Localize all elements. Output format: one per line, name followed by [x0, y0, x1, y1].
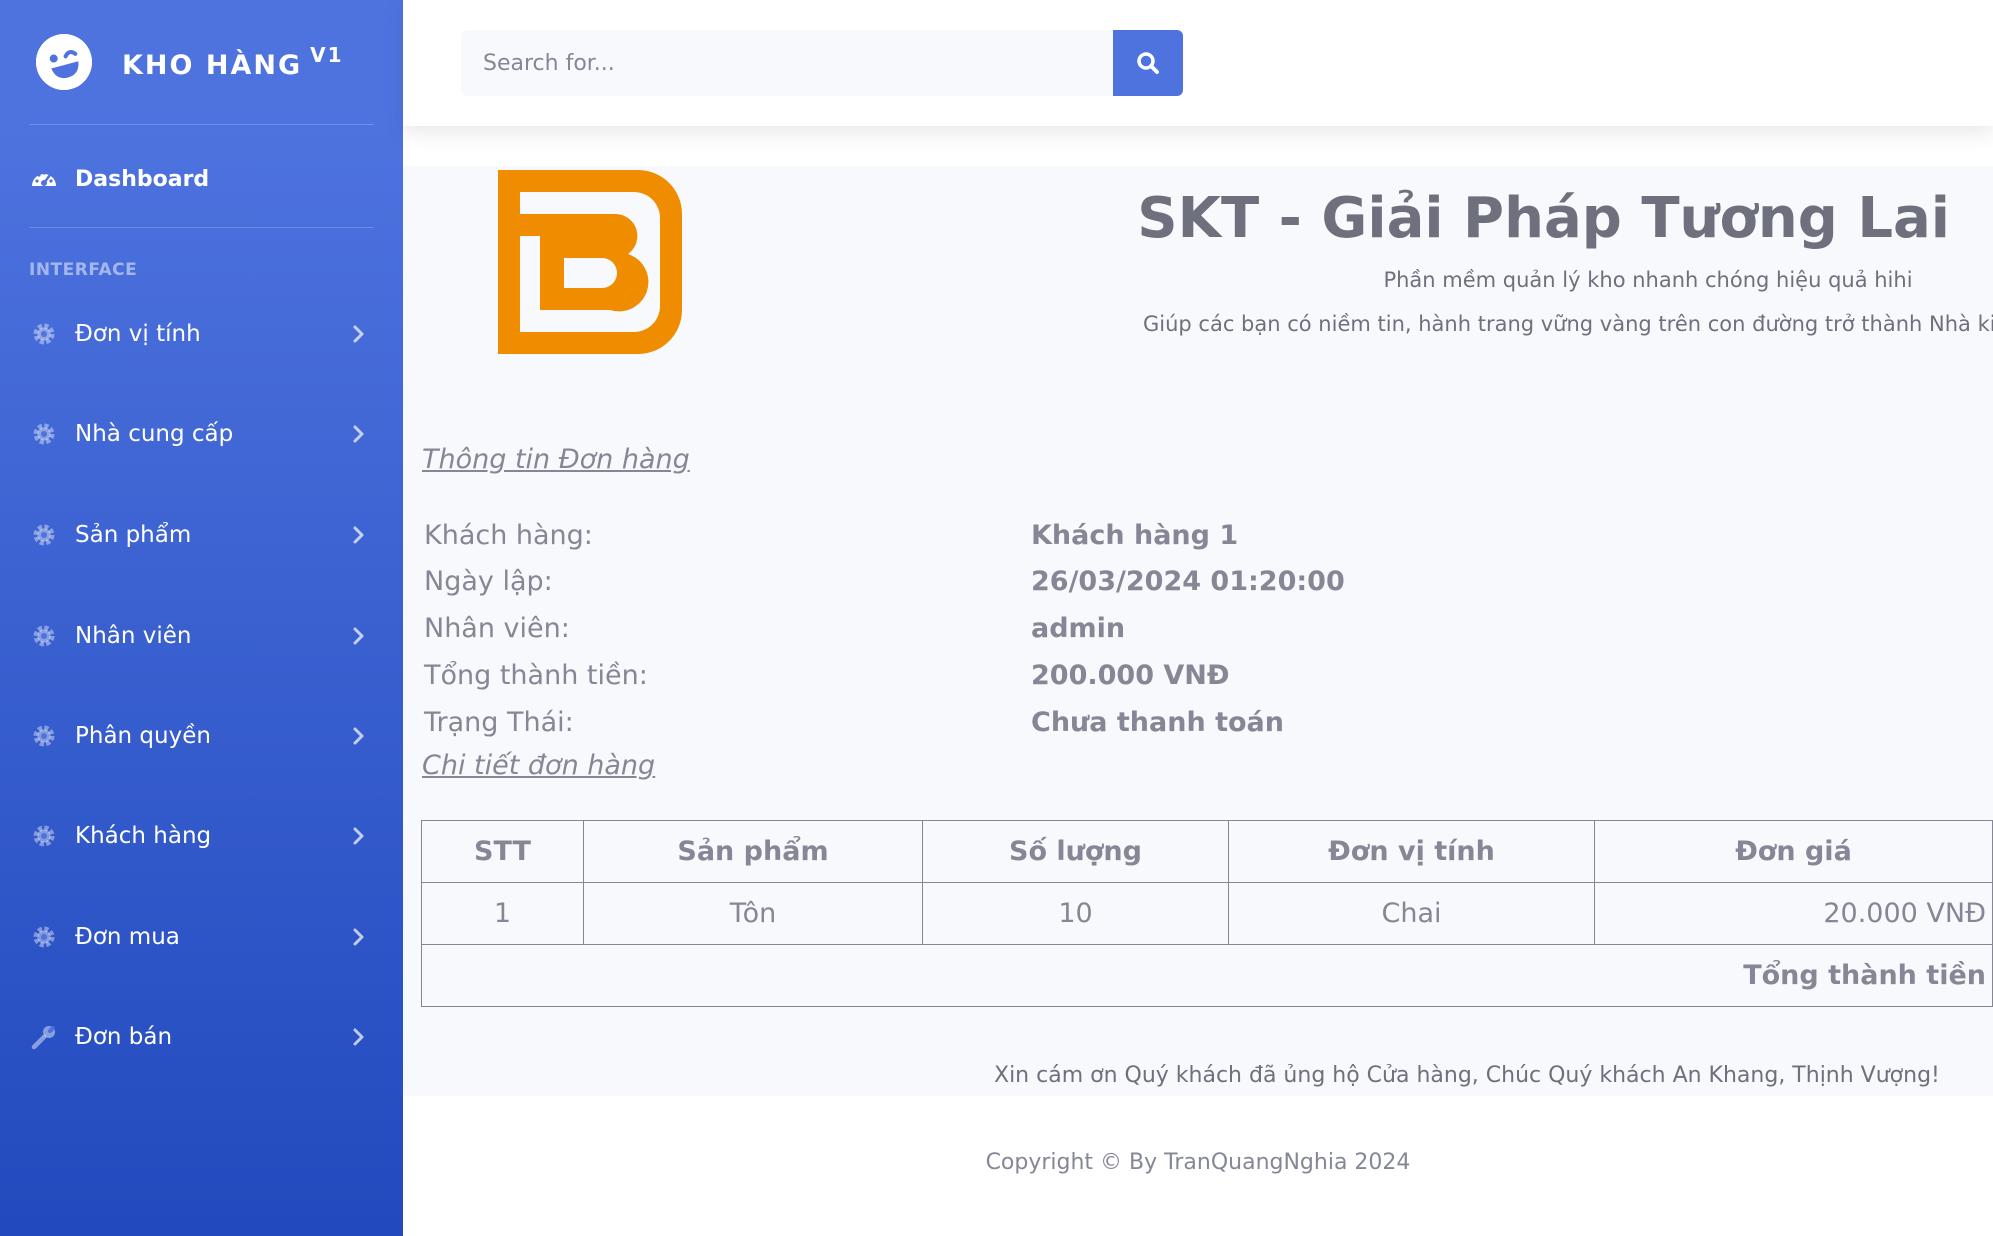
tachometer-icon	[32, 171, 56, 186]
total-value: 200.000 VNĐ	[1031, 660, 1230, 691]
sidebar-item-khach-hang[interactable]: Khách hàng	[0, 806, 403, 866]
search-button[interactable]	[1113, 30, 1183, 96]
gear-icon	[33, 423, 55, 445]
table-cell: 20.000 VNĐ	[1594, 882, 1993, 945]
brand-version: V1	[310, 43, 344, 67]
sidebar-divider	[29, 227, 374, 228]
search-icon	[1137, 52, 1159, 74]
gear-icon	[33, 524, 55, 546]
sidebar-item-don-mua[interactable]: Đơn mua	[0, 907, 403, 967]
gear-icon	[33, 725, 55, 747]
company-description: Giúp các bạn có niềm tin, hành trang vữn…	[1143, 312, 1993, 336]
chevron-right-icon	[353, 425, 364, 443]
search-bar	[461, 30, 1183, 96]
chevron-right-icon	[353, 627, 364, 645]
order-detail-title: Chi tiết đơn hàng	[422, 750, 656, 781]
sidebar-divider	[29, 124, 374, 125]
status-label: Trạng Thái:	[424, 707, 574, 738]
chevron-right-icon	[353, 827, 364, 845]
thank-you-message: Xin cám ơn Quý khách đã ủng hộ Cửa hàng,…	[994, 1063, 1940, 1088]
sidebar-item-label: Nhân viên	[75, 623, 192, 649]
gear-icon	[33, 625, 55, 647]
column-header-quantity: Số lượng	[922, 820, 1229, 883]
order-info-title: Thông tin Đơn hàng	[422, 444, 690, 475]
sidebar-item-label: Phân quyền	[75, 723, 211, 749]
table-total-row: Tổng thành tiền	[421, 944, 1993, 1007]
employee-value: admin	[1031, 613, 1126, 644]
order-detail-table: STT Sản phẩm Số lượng Đơn vị tính Đơn gi…	[421, 820, 1993, 1007]
column-header-stt: STT	[421, 820, 584, 883]
company-title: SKT - Giải Pháp Tương Lai	[1137, 186, 1950, 251]
chevron-right-icon	[353, 727, 364, 745]
chevron-right-icon	[353, 526, 364, 544]
brand-name: Kho hàng V1	[122, 43, 344, 81]
column-header-product: Sản phẩm	[583, 820, 923, 883]
sidebar-item-don-ban[interactable]: Đơn bán	[0, 1007, 403, 1067]
customer-value: Khách hàng 1	[1031, 520, 1239, 551]
gear-icon	[33, 825, 55, 847]
sidebar-item-label: Đơn mua	[75, 924, 180, 950]
sidebar-brand[interactable]: Kho hàng V1	[0, 0, 403, 124]
sidebar-item-nha-cung-cap[interactable]: Nhà cung cấp	[0, 404, 403, 464]
customer-label: Khách hàng:	[424, 520, 593, 551]
sidebar-item-nhan-vien[interactable]: Nhân viên	[0, 606, 403, 666]
topbar	[403, 0, 1993, 126]
table-cell: Tôn	[583, 882, 923, 945]
order-invoice: SKT - Giải Pháp Tương Lai Phần mềm quản …	[403, 166, 1993, 1096]
sidebar-item-label: Nhà cung cấp	[75, 421, 234, 447]
table-cell: 10	[922, 882, 1229, 945]
gear-icon	[33, 323, 55, 345]
employee-label: Nhân viên:	[424, 613, 570, 644]
sidebar-item-label: Sản phẩm	[75, 522, 192, 548]
column-header-price: Đơn giá	[1594, 820, 1993, 883]
sidebar-item-don-vi-tinh[interactable]: Đơn vị tính	[0, 304, 403, 364]
sidebar-item-san-pham[interactable]: Sản phẩm	[0, 505, 403, 565]
table-cell: Chai	[1228, 882, 1595, 945]
table-header-row: STT Sản phẩm Số lượng Đơn vị tính Đơn gi…	[421, 820, 1993, 883]
status-value: Chưa thanh toán	[1031, 707, 1284, 738]
chevron-right-icon	[353, 928, 364, 946]
date-label: Ngày lập:	[424, 566, 553, 597]
chevron-right-icon	[353, 325, 364, 343]
column-header-unit: Đơn vị tính	[1228, 820, 1595, 883]
gear-icon	[33, 926, 55, 948]
date-value: 26/03/2024 01:20:00	[1031, 566, 1345, 597]
sidebar-item-dashboard[interactable]: Dashboard	[0, 150, 403, 208]
chevron-right-icon	[353, 1028, 364, 1046]
total-label: Tổng thành tiền:	[424, 660, 648, 691]
table-cell: 1	[421, 882, 584, 945]
laugh-wink-icon	[29, 27, 99, 97]
sidebar-item-phan-quyen[interactable]: Phân quyền	[0, 706, 403, 766]
sidebar: Kho hàng V1 Dashboard Interface Đơn vị tí…	[0, 0, 403, 1236]
search-input[interactable]	[461, 30, 1113, 96]
wrench-icon	[31, 1026, 55, 1050]
total-row-label: Tổng thành tiền	[421, 944, 1993, 1007]
company-slogan: Phần mềm quản lý kho nhanh chóng hiệu qu…	[1383, 268, 1913, 292]
footer-copyright: Copyright © By TranQuangNghia 2024	[985, 1150, 1411, 1175]
sidebar-item-label: Dashboard	[75, 166, 210, 192]
sidebar-item-label: Khách hàng	[75, 823, 212, 849]
table-row: 1 Tôn 10 Chai 20.000 VNĐ	[421, 882, 1993, 945]
sidebar-item-label: Đơn bán	[75, 1024, 173, 1050]
sidebar-item-label: Đơn vị tính	[75, 321, 201, 347]
sidebar-heading: Interface	[29, 260, 138, 280]
